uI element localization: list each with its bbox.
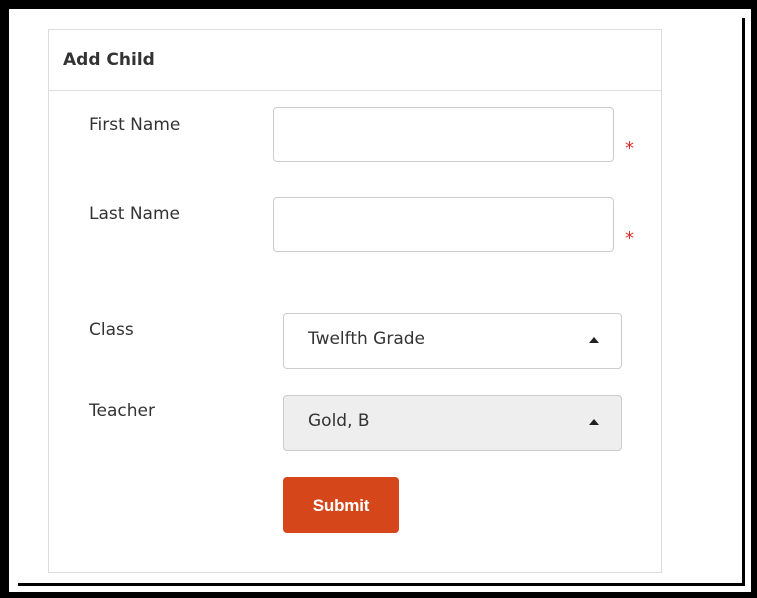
class-select[interactable]: Twelfth Grade (283, 313, 622, 369)
first-name-input[interactable] (273, 107, 614, 162)
caret-up-icon (589, 419, 599, 425)
caret-up-icon (589, 337, 599, 343)
teacher-select[interactable]: Gold, B (283, 395, 622, 451)
panel-header: Add Child (49, 30, 661, 91)
teacher-label: Teacher (89, 401, 155, 421)
first-name-label: First Name (89, 115, 181, 135)
first-name-required-marker: * (625, 138, 634, 159)
last-name-label: Last Name (89, 204, 180, 224)
teacher-select-value: Gold, B (308, 411, 370, 431)
last-name-required-marker: * (625, 228, 634, 249)
last-name-input[interactable] (273, 197, 614, 252)
class-select-value: Twelfth Grade (308, 329, 426, 349)
class-label: Class (89, 320, 134, 340)
add-child-panel: Add Child First Name * Last Name * Class… (48, 29, 662, 573)
submit-button[interactable]: Submit (283, 477, 399, 533)
panel-title: Add Child (63, 50, 155, 70)
